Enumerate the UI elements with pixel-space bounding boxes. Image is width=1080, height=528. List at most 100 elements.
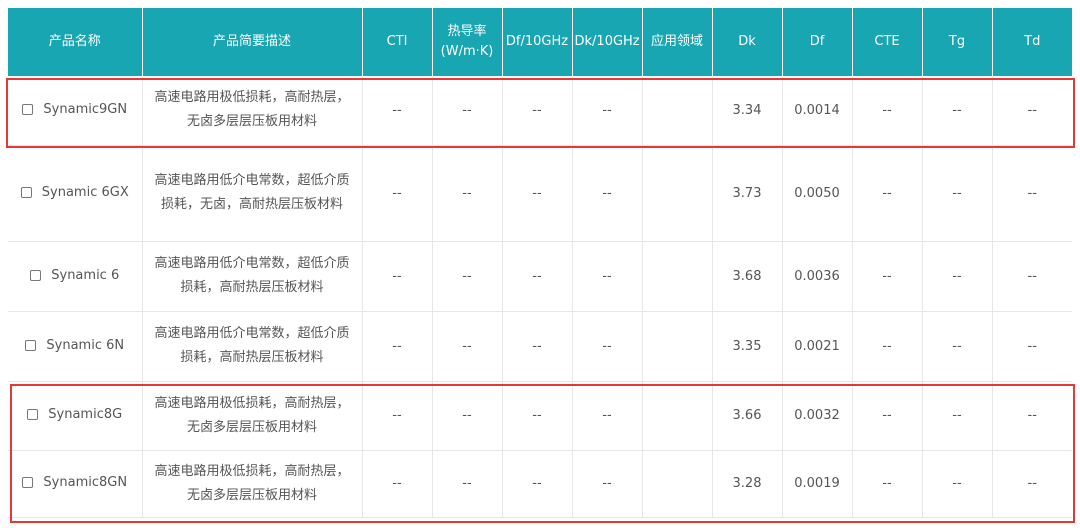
- application-value: [641, 76, 712, 146]
- df-value: 0.0032: [781, 381, 852, 451]
- column-header: Td: [991, 8, 1072, 76]
- td-value: --: [991, 450, 1072, 518]
- product-description: 高速电路用极低损耗，高耐热层，无卤多层层压板用材料: [141, 381, 362, 451]
- product-name: Synamic8G: [48, 407, 123, 422]
- df10-value: --: [501, 311, 572, 382]
- td-value: --: [991, 241, 1072, 312]
- table-row: Synamic8GN 高速电路用极低损耗，高耐热层，无卤多层层压板用材料 -- …: [8, 450, 1072, 518]
- thermal-value: --: [431, 145, 502, 242]
- row-select-checkbox[interactable]: [27, 409, 39, 420]
- application-value: [641, 450, 712, 518]
- td-value: --: [991, 381, 1072, 451]
- product-description: 高速电路用低介电常数，超低介质损耗，高耐热层压板材料: [141, 241, 362, 312]
- product-name-cell: Synamic 6: [8, 241, 142, 312]
- thermal-value: --: [431, 450, 502, 518]
- dk-value: 3.28: [711, 450, 782, 518]
- dk-value: 3.73: [711, 145, 782, 242]
- td-value: --: [991, 311, 1072, 382]
- column-header: 应用领域: [641, 8, 712, 76]
- td-value: --: [991, 76, 1072, 146]
- cti-value: --: [361, 450, 432, 518]
- column-header: 热导率 (W/m·K): [431, 8, 502, 76]
- column-header: Df: [781, 8, 852, 76]
- df10-value: --: [501, 381, 572, 451]
- cti-value: --: [361, 145, 432, 242]
- cti-value: --: [361, 381, 432, 451]
- cti-value: --: [361, 311, 432, 382]
- column-header: Df/10GHz: [501, 8, 572, 76]
- product-description: 高速电路用极低损耗，高耐热层，无卤多层层压板用材料: [141, 450, 362, 518]
- tg-value: --: [921, 311, 992, 382]
- df-value: 0.0050: [781, 145, 852, 242]
- product-name-cell: Synamic 6GX: [8, 145, 142, 242]
- thermal-value: --: [431, 381, 502, 451]
- td-value: --: [991, 145, 1072, 242]
- row-select-checkbox[interactable]: [25, 339, 37, 351]
- df-value: 0.0014: [781, 76, 852, 146]
- row-select-checkbox[interactable]: [22, 477, 34, 488]
- column-header: Dk/10GHz: [571, 8, 642, 76]
- tg-value: --: [921, 381, 992, 451]
- df10-value: --: [501, 241, 572, 312]
- df-value: 0.0019: [781, 450, 852, 518]
- cte-value: --: [851, 381, 922, 451]
- application-value: [641, 381, 712, 451]
- product-description: 高速电路用低介电常数，超低介质损耗，无卤，高耐热层压板材料: [141, 145, 362, 242]
- df-value: 0.0036: [781, 241, 852, 312]
- row-select-checkbox[interactable]: [30, 269, 42, 281]
- column-header: 产品名称: [8, 8, 142, 76]
- product-name-cell: Synamic8G: [8, 381, 142, 451]
- dk10-value: --: [571, 381, 642, 451]
- product-name-cell: Synamic9GN: [8, 76, 142, 146]
- product-name: Synamic8GN: [43, 475, 128, 490]
- table-row: Synamic 6GX 高速电路用低介电常数，超低介质损耗，无卤，高耐热层压板材…: [8, 145, 1072, 242]
- product-name-cell: Synamic 6N: [8, 311, 142, 382]
- row-select-checkbox[interactable]: [22, 103, 34, 115]
- column-header: 产品简要描述: [141, 8, 362, 76]
- application-value: [641, 145, 712, 242]
- product-name: Synamic 6N: [46, 337, 125, 353]
- product-description: 高速电路用极低损耗，高耐热层，无卤多层层压板用材料: [141, 76, 362, 146]
- table-header-row: 产品名称 产品简要描述 CTI 热导率 (W/m·K) Df/10GHz Dk/…: [8, 8, 1072, 76]
- table-row: Synamic 6N 高速电路用低介电常数，超低介质损耗，高耐热层压板材料 --…: [8, 311, 1072, 382]
- thermal-value: --: [431, 311, 502, 382]
- product-name: Synamic 6GX: [41, 184, 129, 200]
- dk10-value: --: [571, 450, 642, 518]
- product-name-cell: Synamic8GN: [8, 450, 142, 518]
- row-select-checkbox[interactable]: [20, 186, 32, 198]
- column-header: CTI: [361, 8, 432, 76]
- column-header: Dk: [711, 8, 782, 76]
- table-row: Synamic9GN 高速电路用极低损耗，高耐热层，无卤多层层压板用材料 -- …: [8, 76, 1072, 146]
- product-description: 高速电路用低介电常数，超低介质损耗，高耐热层压板材料: [141, 311, 362, 382]
- product-table: 产品名称 产品简要描述 CTI 热导率 (W/m·K) Df/10GHz Dk/…: [8, 8, 1072, 518]
- thermal-value: --: [431, 76, 502, 146]
- cte-value: --: [851, 241, 922, 312]
- dk10-value: --: [571, 145, 642, 242]
- cte-value: --: [851, 450, 922, 518]
- tg-value: --: [921, 145, 992, 242]
- cti-value: --: [361, 76, 432, 146]
- dk-value: 3.34: [711, 76, 782, 146]
- table-row: Synamic8G 高速电路用极低损耗，高耐热层，无卤多层层压板用材料 -- -…: [8, 381, 1072, 451]
- cte-value: --: [851, 311, 922, 382]
- table-row: Synamic 6 高速电路用低介电常数，超低介质损耗，高耐热层压板材料 -- …: [8, 241, 1072, 312]
- cti-value: --: [361, 241, 432, 312]
- thermal-value: --: [431, 241, 502, 312]
- df10-value: --: [501, 76, 572, 146]
- df10-value: --: [501, 450, 572, 518]
- cte-value: --: [851, 145, 922, 242]
- dk-value: 3.66: [711, 381, 782, 451]
- dk-value: 3.68: [711, 241, 782, 312]
- dk10-value: --: [571, 311, 642, 382]
- dk10-value: --: [571, 241, 642, 312]
- product-name: Synamic9GN: [43, 101, 128, 117]
- df10-value: --: [501, 145, 572, 242]
- column-header: Tg: [921, 8, 992, 76]
- application-value: [641, 311, 712, 382]
- dk-value: 3.35: [711, 311, 782, 382]
- column-header: CTE: [851, 8, 922, 76]
- product-name: Synamic 6: [51, 267, 120, 283]
- tg-value: --: [921, 450, 992, 518]
- tg-value: --: [921, 241, 992, 312]
- cte-value: --: [851, 76, 922, 146]
